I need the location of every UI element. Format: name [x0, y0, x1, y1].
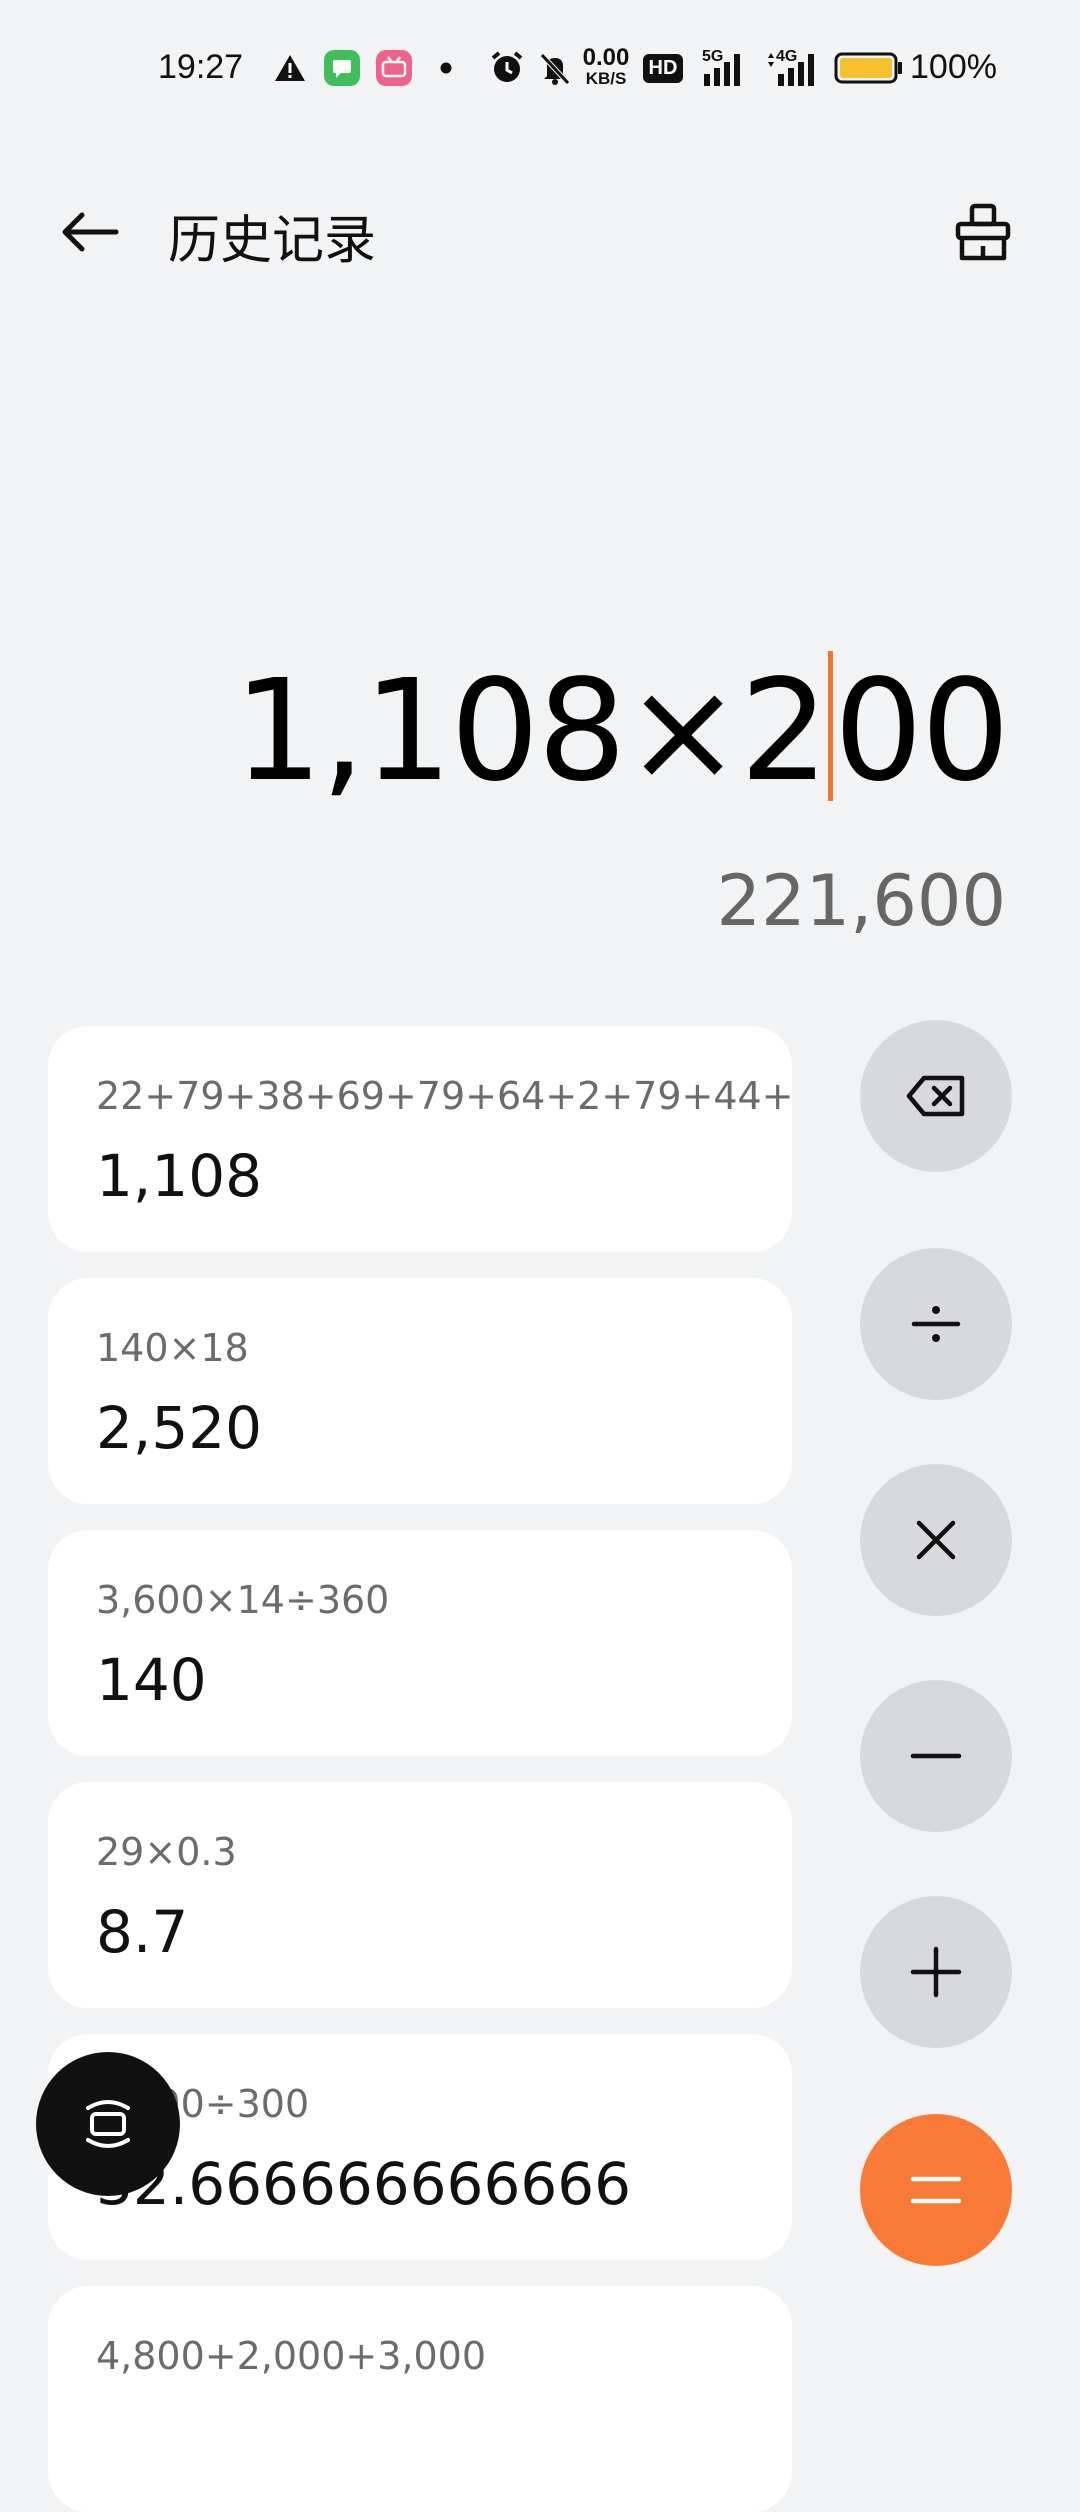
status-time: 19:27 [158, 48, 244, 86]
back-button[interactable] [60, 202, 130, 262]
page-title: 历史记录 [168, 211, 377, 271]
history-result: 1,108 [96, 1142, 263, 1210]
expression-display[interactable]: 1,108×200 [233, 650, 1010, 813]
hd-label: HD [642, 53, 684, 83]
history-item[interactable]: 22+79+38+69+79+64+2+79+44+39 1,108 [48, 1026, 792, 1252]
history-result: 140 [96, 1646, 207, 1714]
broom-icon [955, 203, 1011, 261]
signal-4g-icon: 4G [764, 48, 820, 88]
status-bar: 19:27 0.00 KB/S HD 5G 4G 100% [0, 0, 1080, 140]
hd-voice-icon: HD [640, 48, 686, 88]
header: 历史记录 [0, 180, 1080, 280]
history-expression: 22+79+38+69+79+64+2+79+44+39 [96, 1074, 792, 1118]
clear-history-button[interactable] [950, 200, 1016, 266]
sim1-label: 5G [702, 48, 724, 65]
history-result: 32.666666666666 [96, 2150, 632, 2218]
backspace-button[interactable] [860, 1020, 1012, 1172]
net-speed-unit: KB/S [585, 69, 627, 88]
history-item[interactable]: 3,600×14÷360 140 [48, 1530, 792, 1756]
warning-icon [272, 48, 308, 88]
plus-icon [910, 1946, 962, 1998]
mute-icon [536, 48, 574, 88]
divide-button[interactable] [860, 1248, 1012, 1400]
divide-icon [911, 1306, 961, 1342]
sim2-label: 4G [776, 48, 798, 65]
expression-before-cursor: 1,108×2 [233, 650, 829, 813]
history-expression: 9,800÷300 [96, 2082, 310, 2126]
expression-after-cursor: 00 [833, 650, 1010, 813]
backspace-icon [906, 1075, 965, 1117]
multiply-icon [916, 1520, 956, 1560]
bilibili-app-icon [374, 48, 414, 88]
alarm-icon [488, 48, 526, 88]
history-result: 8.7 [96, 1898, 189, 1966]
history-expression: 29×0.3 [96, 1830, 237, 1874]
equals-icon [910, 2176, 962, 2204]
history-expression: 140×18 [96, 1326, 249, 1370]
signal-5g-icon: 5G [700, 48, 752, 88]
net-speed-value: 0.00 [582, 44, 630, 71]
battery-percent: 100% [910, 48, 997, 86]
history-item[interactable]: 4,800+2,000+3,000 [48, 2286, 792, 2512]
history-item[interactable]: 140×18 2,520 [48, 1278, 792, 1504]
net-speed: 0.00 KB/S [578, 44, 634, 88]
history-expression: 3,600×14÷360 [96, 1578, 390, 1622]
dot-icon [438, 48, 454, 88]
text-cursor [827, 651, 833, 801]
result-preview: 221,600 [716, 860, 1006, 942]
plus-button[interactable] [860, 1896, 1012, 2048]
history-expression: 4,800+2,000+3,000 [96, 2334, 487, 2378]
equals-button[interactable] [860, 2114, 1012, 2266]
history-item[interactable]: 29×0.3 8.7 [48, 1782, 792, 2008]
messages-app-icon [322, 48, 362, 88]
floating-window-button[interactable] [36, 2052, 180, 2196]
history-result: 2,520 [96, 1394, 263, 1462]
minus-button[interactable] [860, 1680, 1012, 1832]
minus-icon [910, 1753, 962, 1759]
screen-rotate-icon [86, 2100, 130, 2148]
multiply-button[interactable] [860, 1464, 1012, 1616]
arrow-left-icon [62, 212, 119, 252]
battery-icon [834, 48, 904, 88]
